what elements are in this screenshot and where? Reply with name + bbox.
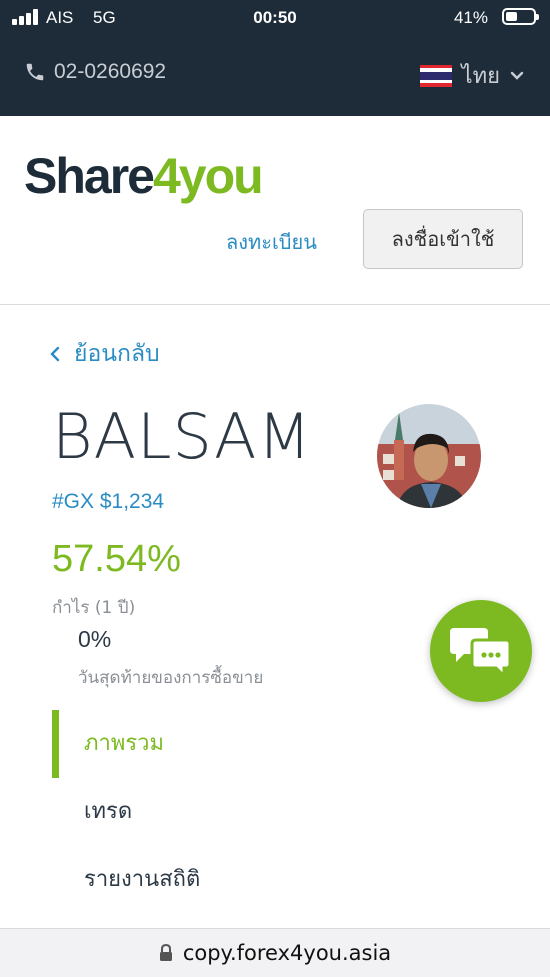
phone-number: 02-0260692 <box>54 60 167 83</box>
lock-icon <box>159 944 172 961</box>
battery-percent: 41% <box>453 8 488 27</box>
profit-value: 57.54% <box>52 538 181 580</box>
url-bar[interactable]: copy.forex4you.asia <box>0 928 550 977</box>
last-trade-value: 0% <box>78 626 112 652</box>
profit-label: กำไร (1 ปี) <box>52 598 136 618</box>
chevron-down-icon <box>510 71 524 80</box>
battery-icon <box>502 8 539 25</box>
tab-trades[interactable]: เทรด <box>52 778 352 846</box>
back-link[interactable]: ย้อนกลับ <box>50 336 160 372</box>
profile-tabs: ภาพรวม เทรด รายงานสถิติ <box>52 710 352 914</box>
avatar <box>377 404 481 508</box>
phone-icon <box>26 63 44 81</box>
tab-statistics[interactable]: รายงานสถิติ <box>52 846 352 914</box>
top-bar: AIS 5G 00:50 41% 02-0260692 ไทย <box>0 0 550 116</box>
share4you-logo[interactable]: Share4you <box>24 146 264 206</box>
trader-name: BALSAM <box>52 400 312 473</box>
url-text: copy.forex4you.asia <box>182 941 392 965</box>
thailand-flag-icon <box>419 64 452 87</box>
logo-text-share: Share <box>24 148 155 204</box>
status-bar: AIS 5G 00:50 41% <box>0 0 550 36</box>
logo-text-4you: 4you <box>152 148 264 204</box>
phone-link[interactable]: 02-0260692 <box>24 60 166 84</box>
gx-balance: #GX $1,234 <box>52 490 165 513</box>
chat-bubbles-icon <box>450 628 512 680</box>
header-divider <box>0 304 550 305</box>
last-trade-label: วันสุดท้ายของการซื้อขาย <box>78 668 264 688</box>
register-link[interactable]: ลงทะเบียน <box>226 226 317 258</box>
chevron-left-icon <box>50 346 60 362</box>
back-label: ย้อนกลับ <box>74 341 160 367</box>
language-selector[interactable]: ไทย <box>419 58 524 93</box>
language-label: ไทย <box>461 64 500 89</box>
tab-overview[interactable]: ภาพรวม <box>52 710 352 778</box>
chat-button[interactable] <box>430 600 532 702</box>
login-button[interactable]: ลงชื่อเข้าใช้ <box>363 209 523 269</box>
